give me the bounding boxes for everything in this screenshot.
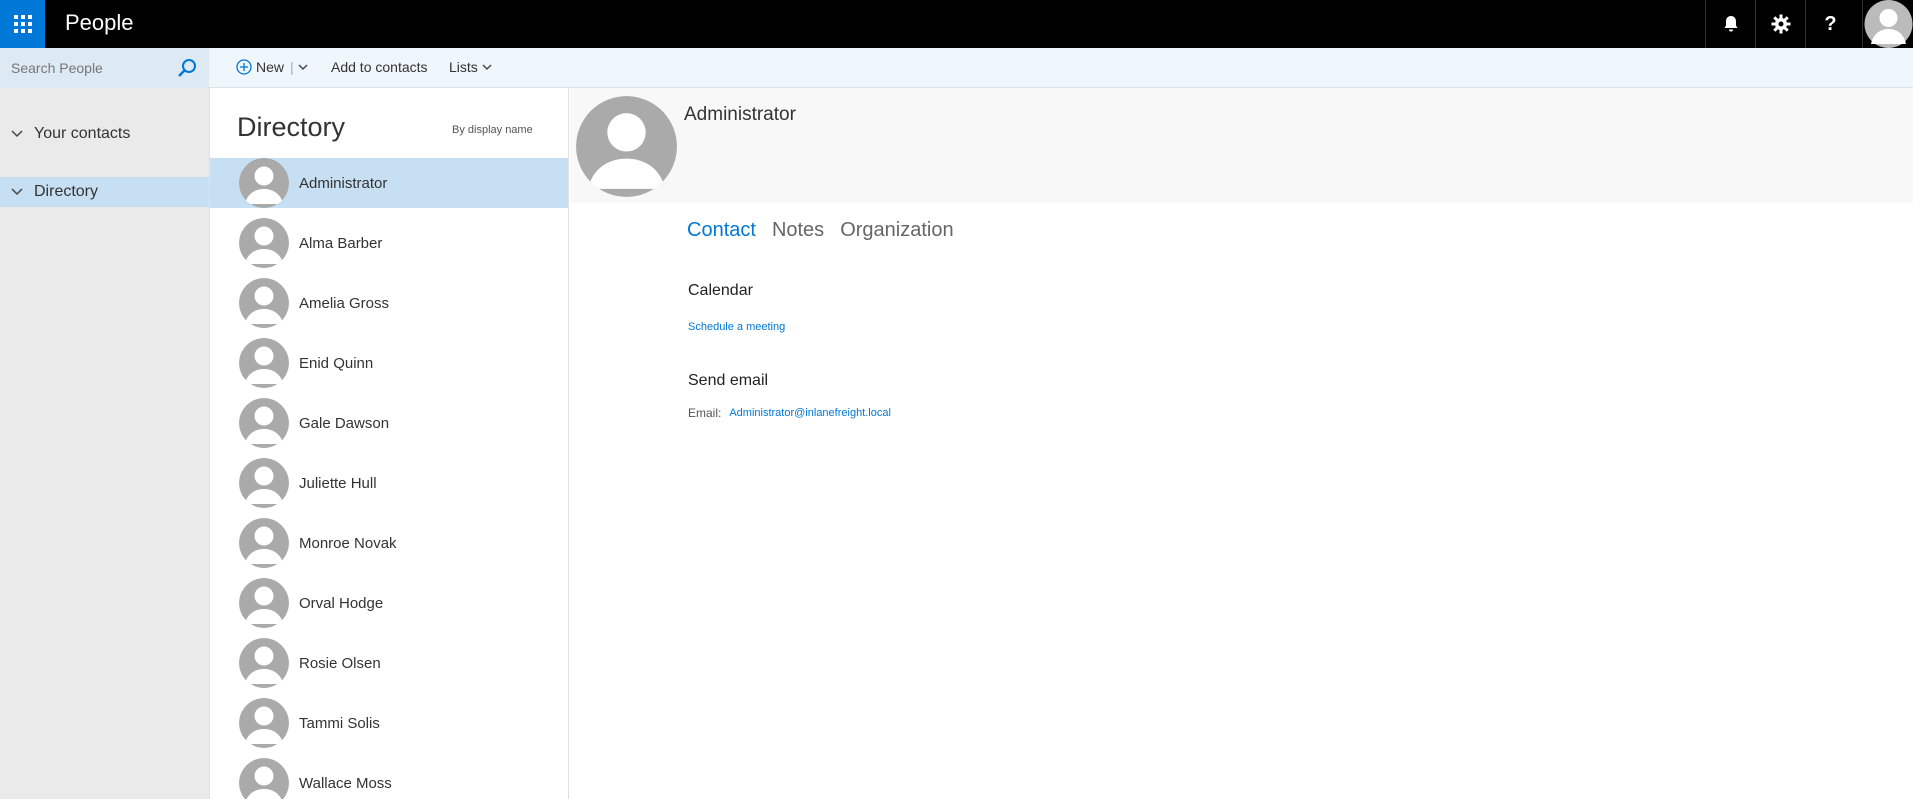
sort-dropdown[interactable]: By display name <box>452 124 533 136</box>
contact-details-pane: Administrator Contact Notes Organization… <box>570 88 1913 799</box>
person-name: Amelia Gross <box>299 294 390 312</box>
person-name: Rosie Olsen <box>299 654 381 672</box>
list-item[interactable]: Administrator <box>210 158 568 208</box>
contact-header: Administrator <box>570 88 1913 203</box>
command-bar: New | Add to contacts Lists <box>209 48 1913 88</box>
chevron-down-icon <box>0 188 34 196</box>
user-avatar-icon <box>239 518 289 568</box>
settings-button[interactable] <box>1755 0 1805 48</box>
nav-item-directory[interactable]: Directory <box>0 177 209 207</box>
user-avatar-button[interactable] <box>1862 0 1913 48</box>
person-name: Enid Quinn <box>299 354 374 372</box>
email-row: Email: Administrator@inlanefreight.local <box>688 406 891 420</box>
user-avatar-icon <box>239 698 289 748</box>
send-email-heading: Send email <box>688 372 769 389</box>
nav-item-label: Directory <box>34 183 99 200</box>
calendar-heading: Calendar <box>688 282 753 299</box>
bell-icon <box>1724 16 1737 32</box>
chevron-down-icon <box>0 130 34 138</box>
email-link[interactable]: Administrator@inlanefreight.local <box>729 407 891 419</box>
help-icon: ? <box>1824 12 1837 35</box>
user-avatar-icon <box>239 578 289 628</box>
search-box <box>0 48 209 88</box>
tab-contact[interactable]: Contact <box>687 219 756 242</box>
left-navigation: Your contacts Directory <box>0 48 209 799</box>
list-item[interactable]: Rosie Olsen <box>210 638 568 688</box>
user-avatar-icon <box>239 158 289 208</box>
person-name: Wallace Moss <box>299 774 392 792</box>
list-item[interactable]: Juliette Hull <box>210 458 568 508</box>
tab-notes[interactable]: Notes <box>772 219 824 242</box>
list-title: Directory <box>237 112 346 142</box>
search-button[interactable] <box>176 57 198 79</box>
lists-dropdown[interactable]: Lists <box>449 59 492 75</box>
list-item[interactable]: Tammi Solis <box>210 698 568 748</box>
search-icon <box>178 59 196 77</box>
schedule-meeting-label: Schedule a meeting <box>688 321 786 333</box>
user-avatar-icon <box>239 758 289 799</box>
add-to-contacts-label: Add to contacts <box>331 59 428 75</box>
user-avatar-icon <box>239 218 289 268</box>
list-item[interactable]: Orval Hodge <box>210 578 568 628</box>
person-name: Alma Barber <box>299 234 383 252</box>
user-avatar-icon <box>239 338 289 388</box>
split-divider: | <box>290 59 294 75</box>
search-input[interactable] <box>0 48 175 88</box>
plus-circle-icon <box>236 59 252 75</box>
person-name: Gale Dawson <box>299 414 390 432</box>
user-avatar-icon <box>1864 0 1913 48</box>
new-button-label: New <box>256 59 285 75</box>
schedule-meeting-link[interactable]: Schedule a meeting <box>688 317 785 335</box>
list-item[interactable]: Alma Barber <box>210 218 568 268</box>
contact-tabs: Contact Notes Organization <box>687 219 954 242</box>
new-button[interactable]: New | <box>236 59 308 75</box>
list-item[interactable]: Amelia Gross <box>210 278 568 328</box>
app-launcher-icon[interactable] <box>0 0 45 48</box>
user-avatar-icon <box>239 398 289 448</box>
person-name: Orval Hodge <box>299 594 384 612</box>
list-item[interactable]: Monroe Novak <box>210 518 568 568</box>
app-title: People <box>65 10 134 35</box>
user-avatar-icon <box>239 278 289 328</box>
user-avatar-icon <box>239 458 289 508</box>
list-item[interactable]: Wallace Moss <box>210 758 568 799</box>
directory-list-pane: Directory By display name Administrator A… <box>209 88 569 799</box>
person-name: Administrator <box>299 174 388 192</box>
nav-item-your-contacts[interactable]: Your contacts <box>0 119 209 149</box>
person-name: Monroe Novak <box>299 534 397 552</box>
user-avatar-icon <box>576 96 677 197</box>
gear-icon <box>1771 14 1790 34</box>
user-avatar-icon <box>239 638 289 688</box>
person-name: Tammi Solis <box>299 714 380 732</box>
add-to-contacts-button[interactable]: Add to contacts <box>331 59 428 75</box>
email-label: Email: <box>688 406 722 420</box>
contact-avatar <box>576 96 677 197</box>
nav-item-label: Your contacts <box>34 125 131 142</box>
chevron-down-icon <box>482 64 492 70</box>
chevron-down-icon[interactable] <box>298 64 308 71</box>
lists-label: Lists <box>449 59 478 75</box>
top-bar: People ? <box>0 0 1913 48</box>
help-button[interactable]: ? <box>1805 0 1855 48</box>
notifications-button[interactable] <box>1705 0 1755 48</box>
list-item[interactable]: Gale Dawson <box>210 398 568 448</box>
tab-organization[interactable]: Organization <box>840 219 953 242</box>
list-item[interactable]: Enid Quinn <box>210 338 568 388</box>
contact-name: Administrator <box>684 104 796 125</box>
person-name: Juliette Hull <box>299 474 377 492</box>
